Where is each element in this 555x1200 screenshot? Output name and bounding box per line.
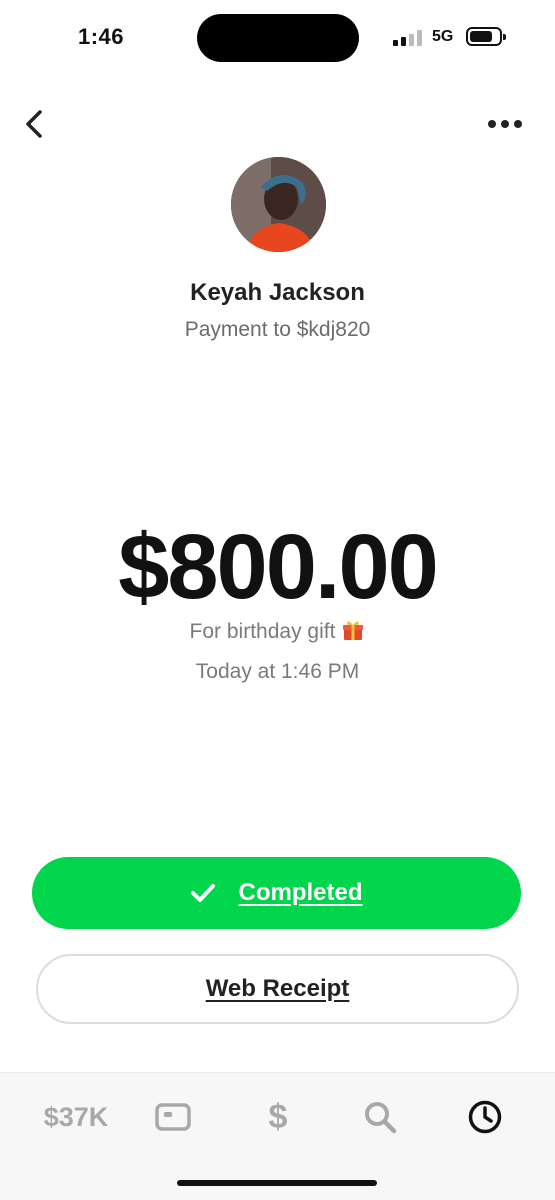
tab-balance[interactable]: $37K	[28, 1095, 124, 1139]
avatar[interactable]	[231, 157, 326, 252]
battery-icon	[466, 27, 506, 46]
dynamic-island	[197, 14, 359, 62]
web-receipt-label: Web Receipt	[205, 975, 350, 1002]
checkmark-icon	[191, 884, 216, 902]
clock-icon	[468, 1100, 502, 1134]
back-button[interactable]	[20, 104, 52, 144]
tab-activity[interactable]	[462, 1095, 508, 1139]
tab-search[interactable]	[357, 1095, 403, 1139]
web-receipt-button[interactable]: Web Receipt	[36, 954, 519, 1024]
recipient-name: Keyah Jackson	[190, 279, 365, 306]
completed-status-button[interactable]: Completed	[32, 857, 521, 929]
payment-note-text: For birthday gift	[189, 620, 336, 643]
chevron-left-icon	[26, 110, 42, 138]
more-horizontal-icon	[488, 120, 522, 128]
payment-recipient-handle: Payment to $kdj820	[184, 318, 371, 341]
completed-label: Completed	[238, 879, 363, 906]
gift-icon	[343, 621, 364, 641]
tab-card[interactable]	[150, 1095, 196, 1139]
status-bar-time: 1:46	[78, 24, 125, 49]
payment-amount: $800.00	[118, 516, 439, 618]
card-icon	[155, 1103, 191, 1131]
search-icon	[365, 1102, 397, 1134]
home-indicator[interactable]	[177, 1180, 377, 1186]
more-options-button[interactable]	[484, 110, 526, 138]
tab-pay[interactable]: $	[255, 1095, 301, 1139]
payment-date: Today at 1:46 PM	[195, 660, 360, 683]
payment-note: For birthday gift	[0, 620, 555, 644]
signal-strength-icon	[393, 30, 425, 46]
network-type: 5G	[432, 28, 454, 45]
